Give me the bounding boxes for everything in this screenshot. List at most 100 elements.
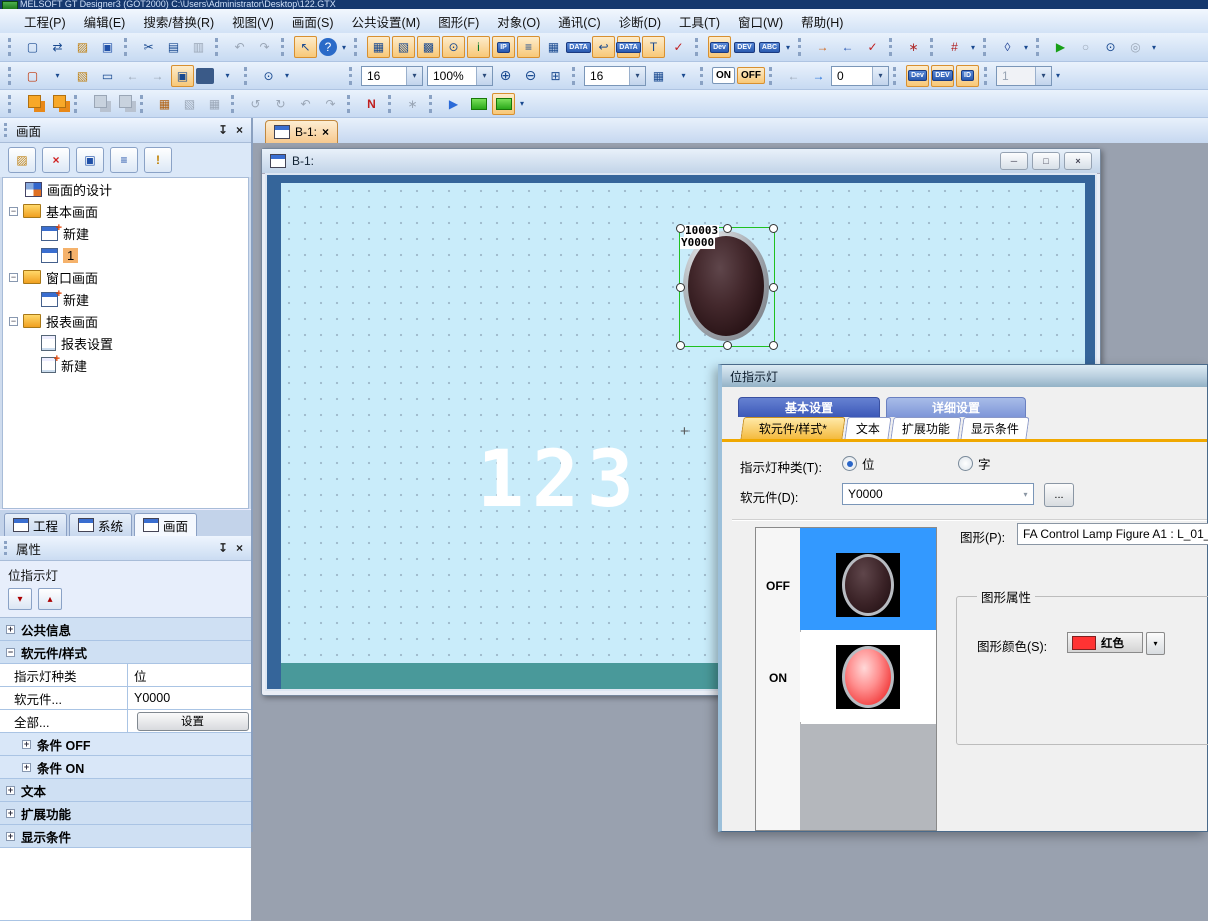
toolbar-overflow-icon[interactable]: ▾ <box>1053 65 1063 87</box>
tree-item-report-new[interactable]: + 新建 <box>3 354 248 376</box>
open-project-icon[interactable]: ▨ <box>71 36 94 58</box>
color-dropdown-icon[interactable]: ▾ <box>216 65 239 87</box>
new-file-icon[interactable]: ▢ <box>21 36 44 58</box>
toolbar-overflow-icon[interactable]: ▾ <box>783 36 793 58</box>
toolbar-grip[interactable] <box>983 38 991 56</box>
expand-icon[interactable]: + <box>6 809 15 818</box>
menu-project[interactable]: 工程(P) <box>16 10 74 33</box>
text-display-icon[interactable]: ABC <box>758 36 781 58</box>
pane-grip[interactable] <box>4 541 12 555</box>
pin-icon[interactable]: ↧ <box>218 123 228 137</box>
property-category-text[interactable]: + 文本 <box>0 779 251 802</box>
device-view-icon[interactable]: Dev <box>906 65 929 87</box>
next-screen-icon[interactable]: → <box>146 65 169 87</box>
copy-icon[interactable]: ▤ <box>162 36 185 58</box>
resize-handle-se[interactable] <box>769 341 778 350</box>
menu-diagnostics[interactable]: 诊断(D) <box>611 10 669 33</box>
stack-order-icon[interactable]: ▦ <box>203 93 226 115</box>
toolbar-overflow-icon[interactable]: ▾ <box>517 93 527 115</box>
tree-item-report-screens[interactable]: − 报表画面 <box>3 310 248 332</box>
property-category-device-style[interactable]: − 软元件/样式 <box>0 641 251 664</box>
simulator-update-icon[interactable]: ○ <box>1074 36 1097 58</box>
verify-got-icon[interactable]: ✓ <box>861 36 884 58</box>
screen-preview-icon[interactable]: ▣ <box>171 65 194 87</box>
zoom-level-combo[interactable]: 100% ▾ <box>427 66 493 86</box>
import-project-icon[interactable]: ⇄ <box>46 36 69 58</box>
select-cursor-icon[interactable]: ↖ <box>294 36 317 58</box>
language-combo[interactable]: 1 ▾ <box>996 66 1052 86</box>
cut-icon[interactable]: ✂ <box>137 36 160 58</box>
object-frame-on-icon[interactable] <box>492 93 515 115</box>
align-left-icon[interactable] <box>87 93 110 115</box>
device-list-icon[interactable]: ≡ <box>517 36 540 58</box>
tree-item-window-screens[interactable]: − 窗口画面 <box>3 266 248 288</box>
object-option-icon[interactable]: ∗ <box>401 93 424 115</box>
expand-icon[interactable]: + <box>6 786 15 795</box>
tab-project[interactable]: 工程 <box>4 513 67 536</box>
simulator-stop-icon[interactable]: ◎ <box>1124 36 1147 58</box>
toolbar-overflow-icon[interactable]: ▾ <box>968 36 978 58</box>
chevron-down-icon[interactable]: ▾ <box>476 67 492 85</box>
settings-button[interactable]: 设置 <box>137 712 249 731</box>
tree-item-window-new[interactable]: + 新建 <box>3 288 248 310</box>
data-check-list-icon[interactable]: DATA <box>617 36 640 58</box>
document-tab-b1[interactable]: B-1: × <box>265 120 338 143</box>
radio-dot[interactable] <box>958 456 973 471</box>
write-to-got-icon[interactable]: → <box>811 36 834 58</box>
property-row-device[interactable]: 软元件... Y0000 <box>0 687 251 710</box>
window-screen-list-icon[interactable]: ▧ <box>392 36 415 58</box>
canvas-text-object[interactable]: 123 <box>477 441 642 519</box>
chevron-down-icon[interactable]: ▾ <box>1035 67 1051 85</box>
menu-screen[interactable]: 画面(S) <box>284 10 342 33</box>
object-id-view-icon[interactable]: ID <box>956 65 979 87</box>
state-previous-icon[interactable]: ← <box>782 65 805 87</box>
resize-handle-w[interactable] <box>676 283 685 292</box>
expand-icon[interactable]: + <box>6 625 15 634</box>
tab-device-style[interactable]: 软元件/样式* <box>740 417 845 439</box>
menu-view[interactable]: 视图(V) <box>224 10 282 33</box>
chevron-down-icon[interactable]: ▾ <box>1018 484 1033 504</box>
property-value[interactable]: Y0000 <box>128 687 251 709</box>
property-category-display-condition[interactable]: + 显示条件 <box>0 825 251 848</box>
toolbar-grip[interactable] <box>8 38 16 56</box>
clock-setting-icon[interactable]: T <box>642 36 665 58</box>
label-device-view-icon[interactable]: DEV <box>931 65 954 87</box>
screen-search-icon[interactable]: ⊙ <box>442 36 465 58</box>
screen-image-list-icon[interactable]: ▦ <box>367 36 390 58</box>
expand-icon[interactable]: + <box>22 763 31 772</box>
grid-size-combo[interactable]: 16 ▾ <box>584 66 646 86</box>
group-icon[interactable] <box>21 93 44 115</box>
collapse-icon[interactable]: − <box>6 648 15 657</box>
dialog-title-bar[interactable]: 位指示灯 <box>722 365 1207 387</box>
flip-vertical-icon[interactable]: ↷ <box>319 93 342 115</box>
state-number-combo[interactable]: 0 ▾ <box>831 66 889 86</box>
screen-color-icon[interactable] <box>196 68 214 84</box>
chevron-down-icon[interactable]: ▾ <box>406 67 422 85</box>
minimize-button[interactable]: ─ <box>1000 152 1028 170</box>
data-browser-icon[interactable]: DATA <box>567 36 590 58</box>
resize-handle-nw[interactable] <box>676 224 685 233</box>
tree-item-screen-design[interactable]: 画面的设计 <box>3 178 248 200</box>
tab-system[interactable]: 系统 <box>69 513 132 536</box>
on-state-row[interactable] <box>800 632 936 722</box>
menu-object[interactable]: 对象(O) <box>489 10 548 33</box>
fit-screen-icon[interactable]: ⊞ <box>544 65 567 87</box>
redo-icon[interactable]: ↷ <box>253 36 276 58</box>
comment-button[interactable]: ≡ <box>110 147 138 173</box>
expand-icon[interactable]: + <box>22 740 31 749</box>
tree-item-base-screens[interactable]: − 基本画面 <box>3 200 248 222</box>
parts-image-list-icon[interactable]: ▦ <box>542 36 565 58</box>
state-on-button[interactable]: ON <box>712 67 735 84</box>
previous-screen-icon[interactable]: ← <box>121 65 144 87</box>
property-sort-button[interactable]: ▴ <box>38 588 62 610</box>
bring-to-front-icon[interactable]: ▦ <box>153 93 176 115</box>
system-information-icon[interactable]: i <box>467 36 490 58</box>
resize-handle-n[interactable] <box>723 224 732 233</box>
close-tab-icon[interactable]: × <box>322 125 329 139</box>
font-size-combo[interactable]: 16 ▾ <box>361 66 423 86</box>
toolbar-grip[interactable] <box>1036 38 1044 56</box>
tree-item-base-new[interactable]: + 新建 <box>3 222 248 244</box>
property-row-lamp-type[interactable]: 指示灯种类 位 <box>0 664 251 687</box>
menu-search-replace[interactable]: 搜索/替换(R) <box>135 10 222 33</box>
edit-vertex-icon[interactable]: N <box>360 93 383 115</box>
